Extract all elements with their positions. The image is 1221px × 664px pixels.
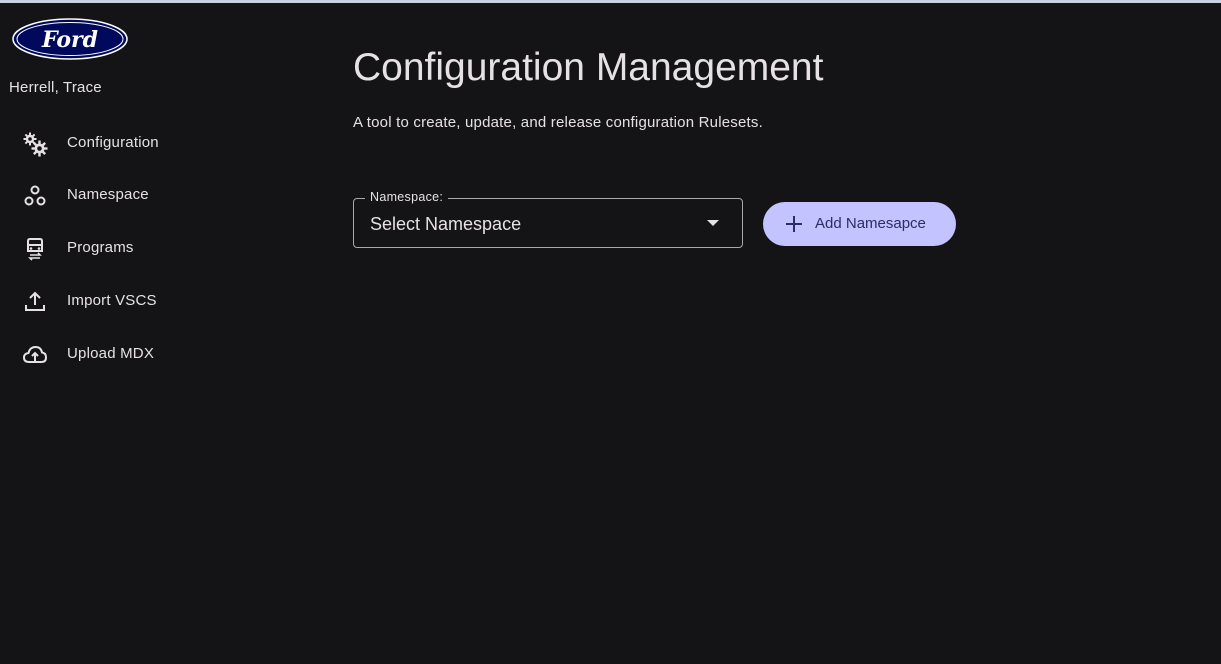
sidebar-item-label: Import VSCS (67, 292, 157, 309)
sidebar-item-upload-mdx[interactable]: Upload MDX (0, 334, 300, 374)
namespace-select[interactable]: Namespace: Select Namespace (353, 190, 743, 248)
sidebar-item-label: Upload MDX (67, 345, 155, 362)
namespace-select-value: Select Namespace (370, 214, 522, 234)
plus-icon (786, 216, 802, 232)
page-subtitle: A tool to create, update, and release co… (353, 114, 763, 131)
car-sync-icon (27, 238, 43, 261)
dropdown-arrow-icon (707, 220, 719, 226)
sidebar-item-label: Programs (67, 239, 134, 256)
add-namespace-button[interactable]: Add Namesapce (763, 202, 956, 246)
ford-logo-text: Ford (41, 27, 98, 53)
bubble-chart-icon (24, 185, 46, 206)
namespace-select-label: Namespace: (365, 190, 449, 204)
sidebar-item-configuration[interactable]: Configuration (0, 123, 300, 163)
user-name: Herrell, Trace (9, 79, 102, 96)
cloud-upload-icon (22, 345, 48, 363)
sidebar: Ford Herrell, Trace Configuration Namesp… (0, 3, 300, 664)
sidebar-item-label: Namespace (67, 186, 149, 203)
upload-icon (25, 291, 45, 311)
sidebar-item-import-vscs[interactable]: Import VSCS (0, 281, 300, 321)
sidebar-item-label: Configuration (67, 134, 159, 151)
add-namespace-button-label: Add Namesapce (815, 215, 926, 232)
gears-icon (23, 132, 48, 157)
ford-logo[interactable]: Ford (11, 17, 131, 61)
page-title: Configuration Management (353, 46, 824, 89)
sidebar-item-namespace[interactable]: Namespace (0, 175, 300, 215)
sidebar-item-programs[interactable]: Programs (0, 228, 300, 268)
